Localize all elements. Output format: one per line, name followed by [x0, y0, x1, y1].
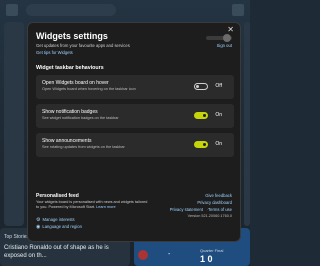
team-flag-icon	[138, 250, 148, 260]
setting-notification-badges: Show notification badges See widget noti…	[36, 104, 234, 128]
personalised-feed-heading: Personalised feed	[36, 193, 79, 199]
manage-interests-label: Manage interests	[42, 217, 75, 222]
avatar	[223, 34, 231, 42]
setting-description: Open Widgets board when hovering on the …	[42, 87, 136, 91]
dialog-title: Widgets settings	[36, 31, 108, 41]
give-feedback-link[interactable]: Give feedback	[205, 193, 232, 198]
close-icon[interactable]: ✕	[227, 25, 234, 34]
board-menu-icon[interactable]	[6, 4, 18, 16]
background-card	[244, 22, 250, 226]
toggle-state: On	[215, 112, 222, 118]
setting-description: See rotating updates from widgets on the…	[42, 145, 125, 149]
language-region-link[interactable]: ◉ Language and region	[36, 224, 82, 230]
toggle-state: On	[215, 141, 222, 147]
setting-label: Show announcements	[42, 138, 92, 144]
widgets-settings-dialog: ✕ Widgets settings Get updates from your…	[27, 22, 241, 242]
badges-toggle[interactable]	[194, 112, 208, 119]
personalised-feed-description-2: to you. Powered by Microsoft Start. Lear…	[36, 205, 116, 209]
score-separator: -	[168, 251, 171, 258]
setting-description: See widget notification badges on the ta…	[42, 116, 119, 120]
board-profile-icon[interactable]	[232, 4, 244, 16]
setting-label: Open Widgets board on hover	[42, 80, 109, 86]
setting-open-on-hover: Open Widgets board on hover Open Widgets…	[36, 75, 234, 99]
dialog-subtitle: Get updates from your favourite apps and…	[36, 43, 130, 48]
globe-icon: ◉	[36, 224, 41, 230]
personalised-feed-description-text: to you. Powered by Microsoft Start.	[36, 205, 97, 209]
board-top-bar	[0, 0, 250, 20]
toggle-state: Off	[215, 83, 222, 89]
setting-label: Show notification badges	[42, 109, 98, 115]
top-stories-label: Top Stories	[4, 234, 30, 240]
toggle-knob	[203, 114, 206, 117]
toggle-knob	[203, 143, 206, 146]
version-label: Version 521.20060.1760.0	[187, 214, 232, 218]
learn-more-link[interactable]: Learn more	[96, 205, 115, 209]
hover-toggle[interactable]	[194, 83, 208, 90]
language-region-label: Language and region	[42, 224, 82, 229]
board-search-bar[interactable]	[26, 4, 116, 16]
background-card	[4, 22, 24, 226]
announcements-toggle[interactable]	[194, 141, 208, 148]
privacy-statement-link[interactable]: Privacy statement	[170, 207, 203, 212]
gear-icon: ⚙	[36, 217, 41, 223]
terms-of-use-link[interactable]: Terms of use	[208, 207, 232, 212]
setting-announcements: Show announcements See rotating updates …	[36, 133, 234, 157]
section-heading: Widget taskbar behaviours	[36, 65, 104, 71]
toggle-knob	[196, 85, 199, 88]
match-stage: Quarter Final	[200, 248, 224, 253]
tips-link[interactable]: Get tips for Widgets	[36, 50, 73, 55]
sign-out-link[interactable]: Sign out	[217, 43, 232, 48]
match-score: 1 0	[200, 254, 213, 264]
news-headline[interactable]: Cristiano Ronaldo out of shape as he is …	[4, 244, 114, 260]
manage-interests-link[interactable]: ⚙ Manage interests	[36, 217, 75, 223]
privacy-dashboard-link[interactable]: Privacy dashboard	[197, 200, 232, 205]
personalised-feed-description: Your widgets board is personalised with …	[36, 200, 148, 204]
